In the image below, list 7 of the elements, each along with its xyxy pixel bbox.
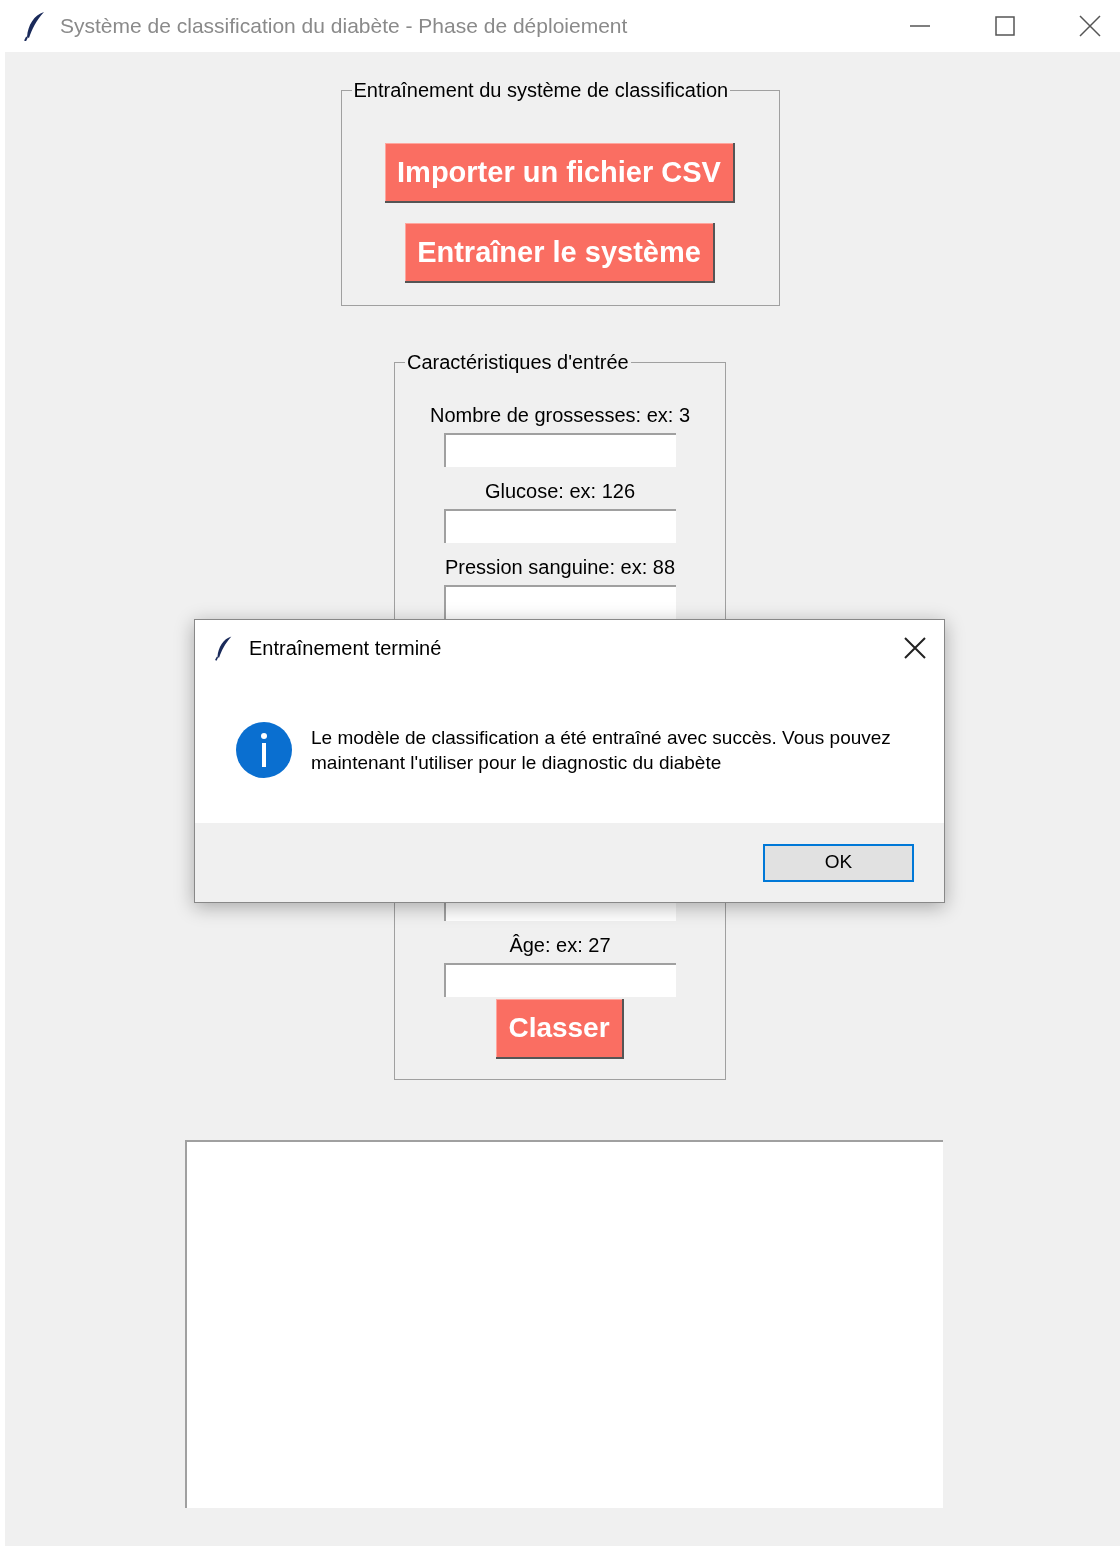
field-label: Glucose: ex: 126	[484, 479, 636, 503]
field-label: Pression sanguine: ex: 88	[444, 555, 676, 579]
window-title: Système de classification du diabète - Phase de déploiement	[60, 13, 628, 40]
field-label: Nombre de grossesses: ex: 3	[429, 403, 691, 427]
dialog-title: Entraînement terminé	[249, 636, 442, 661]
field-label: Âge: ex: 27	[509, 933, 611, 957]
dialog-message: Le modèle de classification a été entraîné avec succès. Vous pouvez maintenant l'utiliser pour le diagnostic du diabète	[311, 725, 891, 775]
